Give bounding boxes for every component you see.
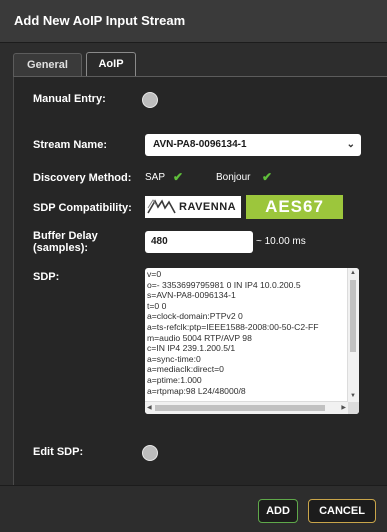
add-button[interactable]: ADD	[258, 499, 298, 523]
sdp-line: c=IN IP4 239.1.200.5/1	[147, 343, 236, 354]
buffer-delay-label-line1: Buffer Delay	[33, 230, 98, 242]
sdp-horizontal-scrollbar[interactable]: ◀ ▶	[145, 401, 348, 414]
bonjour-checkmark-icon: ✔	[262, 170, 273, 184]
sdp-line: t=0 0	[147, 300, 167, 311]
sdp-line: a=ptime:1.000	[147, 374, 202, 385]
tab-aoip[interactable]: AoIP	[86, 52, 136, 76]
cancel-button[interactable]: CANCEL	[308, 499, 376, 523]
dialog-title: Add New AoIP Input Stream	[14, 13, 186, 28]
ravenna-wave-icon	[147, 199, 176, 214]
sdp-vertical-scroll-thumb[interactable]	[350, 280, 356, 352]
sdp-line: s=AVN-PA8-0096134-1	[147, 290, 236, 301]
sdp-line: m=audio 5004 RTP/AVP 98	[147, 332, 252, 343]
stream-name-select[interactable]: AVN-PA8-0096134-1 ⌄	[145, 134, 361, 156]
sdp-line: a=clock-domain:PTPv2 0	[147, 311, 243, 322]
edit-sdp-radio[interactable]	[142, 445, 158, 461]
sdp-line: a=rtpmap:98 L24/48000/8	[147, 385, 246, 396]
tab-bar: General AoIP	[13, 49, 387, 77]
scroll-down-icon[interactable]: ▼	[350, 393, 356, 399]
discovery-sap-text: SAP	[145, 172, 166, 183]
scroll-corner	[348, 402, 359, 414]
stream-name-value: AVN-PA8-0096134-1	[153, 139, 247, 150]
scroll-up-icon[interactable]: ▲	[350, 270, 356, 276]
ravenna-logo: RAVENNA	[145, 196, 241, 218]
sdp-horizontal-scroll-thumb[interactable]	[155, 405, 325, 411]
dialog-titlebar: Add New AoIP Input Stream	[0, 0, 387, 43]
sdp-text: v=0 o=- 3353699795981 0 IN IP4 10.0.200.5…	[147, 269, 347, 396]
buffer-delay-input[interactable]: 480	[145, 231, 253, 253]
ravenna-text: RAVENNA	[179, 201, 237, 213]
scroll-right-icon[interactable]: ▶	[341, 404, 346, 411]
discovery-method-label: Discovery Method:	[33, 172, 132, 184]
buffer-delay-label: Buffer Delay (samples):	[33, 230, 98, 254]
sap-checkmark-icon: ✔	[173, 170, 184, 184]
sdp-textarea[interactable]: v=0 o=- 3353699795981 0 IN IP4 10.0.200.5…	[145, 268, 359, 414]
sdp-line: a=ts-refclk:ptp=IEEE1588-2008:00-50-C2-F…	[147, 321, 319, 332]
aes67-logo: AES67	[246, 195, 343, 219]
discovery-bonjour-text: Bonjour	[216, 172, 251, 183]
add-aoip-stream-dialog: Add New AoIP Input Stream General AoIP M…	[0, 0, 387, 532]
sdp-line: a=sync-time:0	[147, 353, 201, 364]
manual-entry-label: Manual Entry:	[33, 93, 106, 105]
buffer-delay-label-line2: (samples):	[33, 242, 89, 254]
sdp-label: SDP:	[33, 271, 60, 283]
sdp-line: v=0	[147, 269, 162, 279]
sdp-compatibility-label: SDP Compatibility:	[33, 202, 132, 214]
manual-entry-radio[interactable]	[142, 92, 158, 108]
sdp-line: a=mediaclk:direct=0	[147, 364, 224, 375]
sdp-vertical-scrollbar[interactable]: ▲ ▼	[347, 268, 359, 402]
buffer-delay-ms-text: ~ 10.00 ms	[256, 236, 306, 247]
sdp-line: o=- 3353699795981 0 IN IP4 10.0.200.5	[147, 279, 301, 290]
edit-sdp-label: Edit SDP:	[33, 446, 84, 458]
scroll-left-icon[interactable]: ◀	[147, 404, 152, 411]
tab-general[interactable]: General	[13, 53, 82, 76]
chevron-down-icon: ⌄	[346, 139, 355, 150]
stream-name-label: Stream Name:	[33, 139, 107, 151]
